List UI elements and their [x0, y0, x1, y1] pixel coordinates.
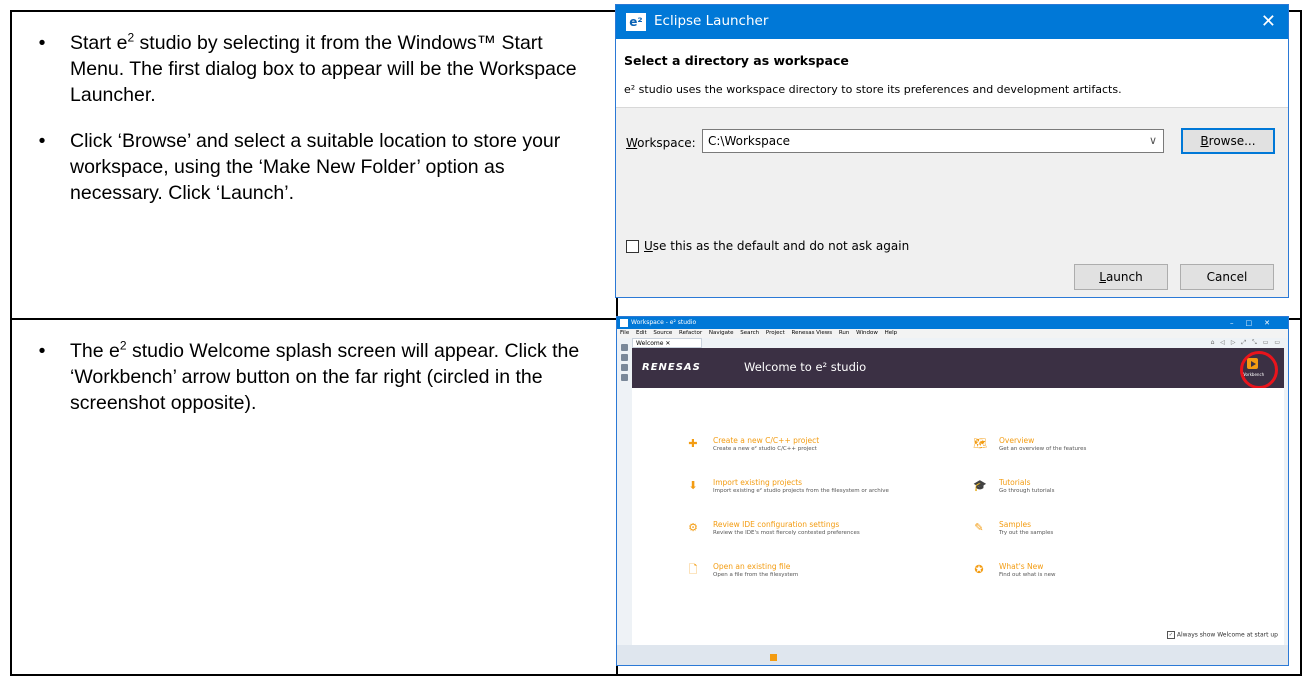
item-title: Review IDE configuration settings: [713, 520, 840, 529]
item-subtitle: Import existing e² studio projects from …: [713, 488, 889, 494]
renesas-logo: RENESAS: [642, 362, 701, 373]
toolbar-icon[interactable]: [621, 364, 628, 371]
checkbox-checked-icon[interactable]: ✓: [1166, 631, 1175, 639]
text-run: studio Welcome splash screen will appear…: [70, 340, 580, 414]
instruction-text: The e2 studio Welcome splash screen will…: [70, 338, 582, 416]
always-show-label: Always show Welcome at start up: [1176, 631, 1278, 639]
highlight-circle: [1240, 351, 1278, 389]
workspace-label: Workspace:: [626, 136, 696, 150]
item-title: Samples: [999, 520, 1032, 529]
text-run: Start e: [70, 32, 128, 54]
instruction-step-1: • Start e2 studio by selecting it from t…: [22, 30, 582, 108]
instruction-text: Click ‘Browse’ and select a suitable loc…: [70, 128, 582, 206]
workspace-path: C:\Workspace: [708, 134, 791, 148]
gear-icon: ⚙: [688, 521, 698, 534]
item-title: Import existing projects: [713, 478, 803, 487]
menu-edit[interactable]: Edit: [636, 330, 647, 336]
toolbar-icon[interactable]: [621, 344, 628, 351]
item-subtitle: Try out the samples: [999, 530, 1054, 536]
window-titlebar: Workspace - e² studio –□✕: [617, 317, 1288, 329]
item-subtitle: Review the IDE's most fiercely contested…: [713, 530, 860, 536]
mnemonic: B: [1200, 134, 1209, 148]
text-run: Click ‘Browse’ and select a suitable loc…: [70, 130, 561, 204]
menu-run[interactable]: Run: [839, 330, 850, 336]
welcome-heading: Welcome to e² studio: [744, 360, 867, 374]
magic-wand-icon: ✎: [974, 521, 984, 534]
window-title: Workspace - e² studio: [631, 319, 697, 326]
toolbar-icon[interactable]: [621, 374, 628, 381]
always-show-welcome[interactable]: ✓ Always show Welcome at start up: [1166, 631, 1278, 639]
menu-window[interactable]: Window: [856, 330, 878, 336]
browse-label: rowse...: [1208, 134, 1256, 148]
import-icon: ⬇: [688, 479, 698, 492]
e2-logo-icon: e²: [626, 13, 646, 31]
graduation-cap-icon: 🎓: [973, 479, 987, 492]
bullet: •: [38, 130, 46, 152]
superscript: 2: [119, 338, 127, 353]
menu-project[interactable]: Project: [766, 330, 785, 336]
launch-button[interactable]: Launch: [1074, 264, 1168, 290]
mnemonic: L: [1099, 270, 1106, 284]
dialog-heading: Select a directory as workspace: [624, 53, 849, 68]
window-controls[interactable]: –□✕: [1230, 317, 1282, 329]
text-run: studio by selecting it from the Windows™…: [70, 32, 577, 106]
item-title: Tutorials: [999, 478, 1031, 487]
left-toolbar: [619, 341, 631, 381]
chevron-down-icon[interactable]: ∨: [1149, 130, 1157, 152]
menu-search[interactable]: Search: [740, 330, 759, 336]
item-title: What's New: [999, 562, 1044, 571]
menu-refactor[interactable]: Refactor: [679, 330, 702, 336]
mnemonic: U: [644, 239, 653, 253]
menu-navigate[interactable]: Navigate: [709, 330, 734, 336]
map-icon: 🗺: [973, 437, 987, 450]
instruction-step-2: • Click ‘Browse’ and select a suitable l…: [22, 128, 582, 206]
plus-circle-icon: ✚: [688, 437, 698, 450]
mnemonic: W: [626, 136, 638, 150]
menu-renesas-views[interactable]: Renesas Views: [792, 330, 833, 336]
eclipse-launcher-dialog: e² Eclipse Launcher ✕ Select a directory…: [615, 4, 1289, 298]
cancel-button[interactable]: Cancel: [1180, 264, 1274, 290]
welcome-banner: RENESAS Welcome to e² studio Workbench: [632, 348, 1284, 389]
item-subtitle: Get an overview of the features: [999, 446, 1087, 452]
default-checkbox-label[interactable]: Use this as the default and do not ask a…: [644, 239, 909, 253]
item-subtitle: Go through tutorials: [999, 488, 1055, 494]
menu-file[interactable]: File: [620, 330, 629, 336]
workspace-combo[interactable]: C:\Workspace ∨: [702, 129, 1164, 153]
file-icon: 🗋: [688, 563, 698, 576]
default-checkbox[interactable]: [626, 240, 639, 253]
instruction-step-3: • The e2 studio Welcome splash screen wi…: [22, 338, 582, 416]
e2-logo-icon: [620, 319, 628, 327]
item-title: Open an existing file: [713, 562, 791, 571]
menu-help[interactable]: Help: [885, 330, 898, 336]
menu-bar: File Edit Source Refactor Navigate Searc…: [617, 329, 1288, 338]
bullet: •: [38, 32, 46, 54]
default-checkbox-text: se this as the default and do not ask ag…: [652, 239, 910, 253]
dialog-title: Eclipse Launcher: [654, 13, 769, 29]
window-footer: [617, 645, 1288, 665]
view-toolbar[interactable]: ⌂ ◁ ▷ ⤢ ⤡ ▭ ▭: [1211, 339, 1282, 347]
launch-label: aunch: [1105, 270, 1143, 284]
close-icon[interactable]: ✕: [1261, 11, 1276, 32]
star-circle-icon: ✪: [974, 563, 984, 576]
instruction-text: Start e2 studio by selecting it from the…: [70, 30, 582, 108]
dialog-description: e² studio uses the workspace directory t…: [624, 83, 1122, 96]
tab-welcome[interactable]: Welcome ✕: [632, 338, 702, 348]
text-run: The e: [70, 340, 120, 362]
browse-button[interactable]: Browse...: [1181, 128, 1275, 154]
item-title: Overview: [999, 436, 1035, 445]
welcome-body: ✚ Create a new C/C++ project Create a ne…: [632, 388, 1284, 645]
dialog-titlebar: e² Eclipse Launcher ✕: [616, 5, 1288, 39]
item-title: Create a new C/C++ project: [713, 436, 820, 445]
status-icon: [770, 654, 777, 661]
item-subtitle: Find out what is new: [999, 572, 1056, 578]
item-subtitle: Create a new e² studio C/C++ project: [713, 446, 817, 452]
e2-studio-welcome-window: Workspace - e² studio –□✕ File Edit Sour…: [616, 316, 1289, 666]
bullet: •: [38, 340, 46, 362]
item-subtitle: Open a file from the filesystem: [713, 572, 799, 578]
workspace-label-text: orkspace:: [637, 136, 696, 150]
dialog-header: Select a directory as workspace e² studi…: [616, 39, 1288, 108]
menu-source[interactable]: Source: [653, 330, 672, 336]
toolbar-icon[interactable]: [621, 354, 628, 361]
